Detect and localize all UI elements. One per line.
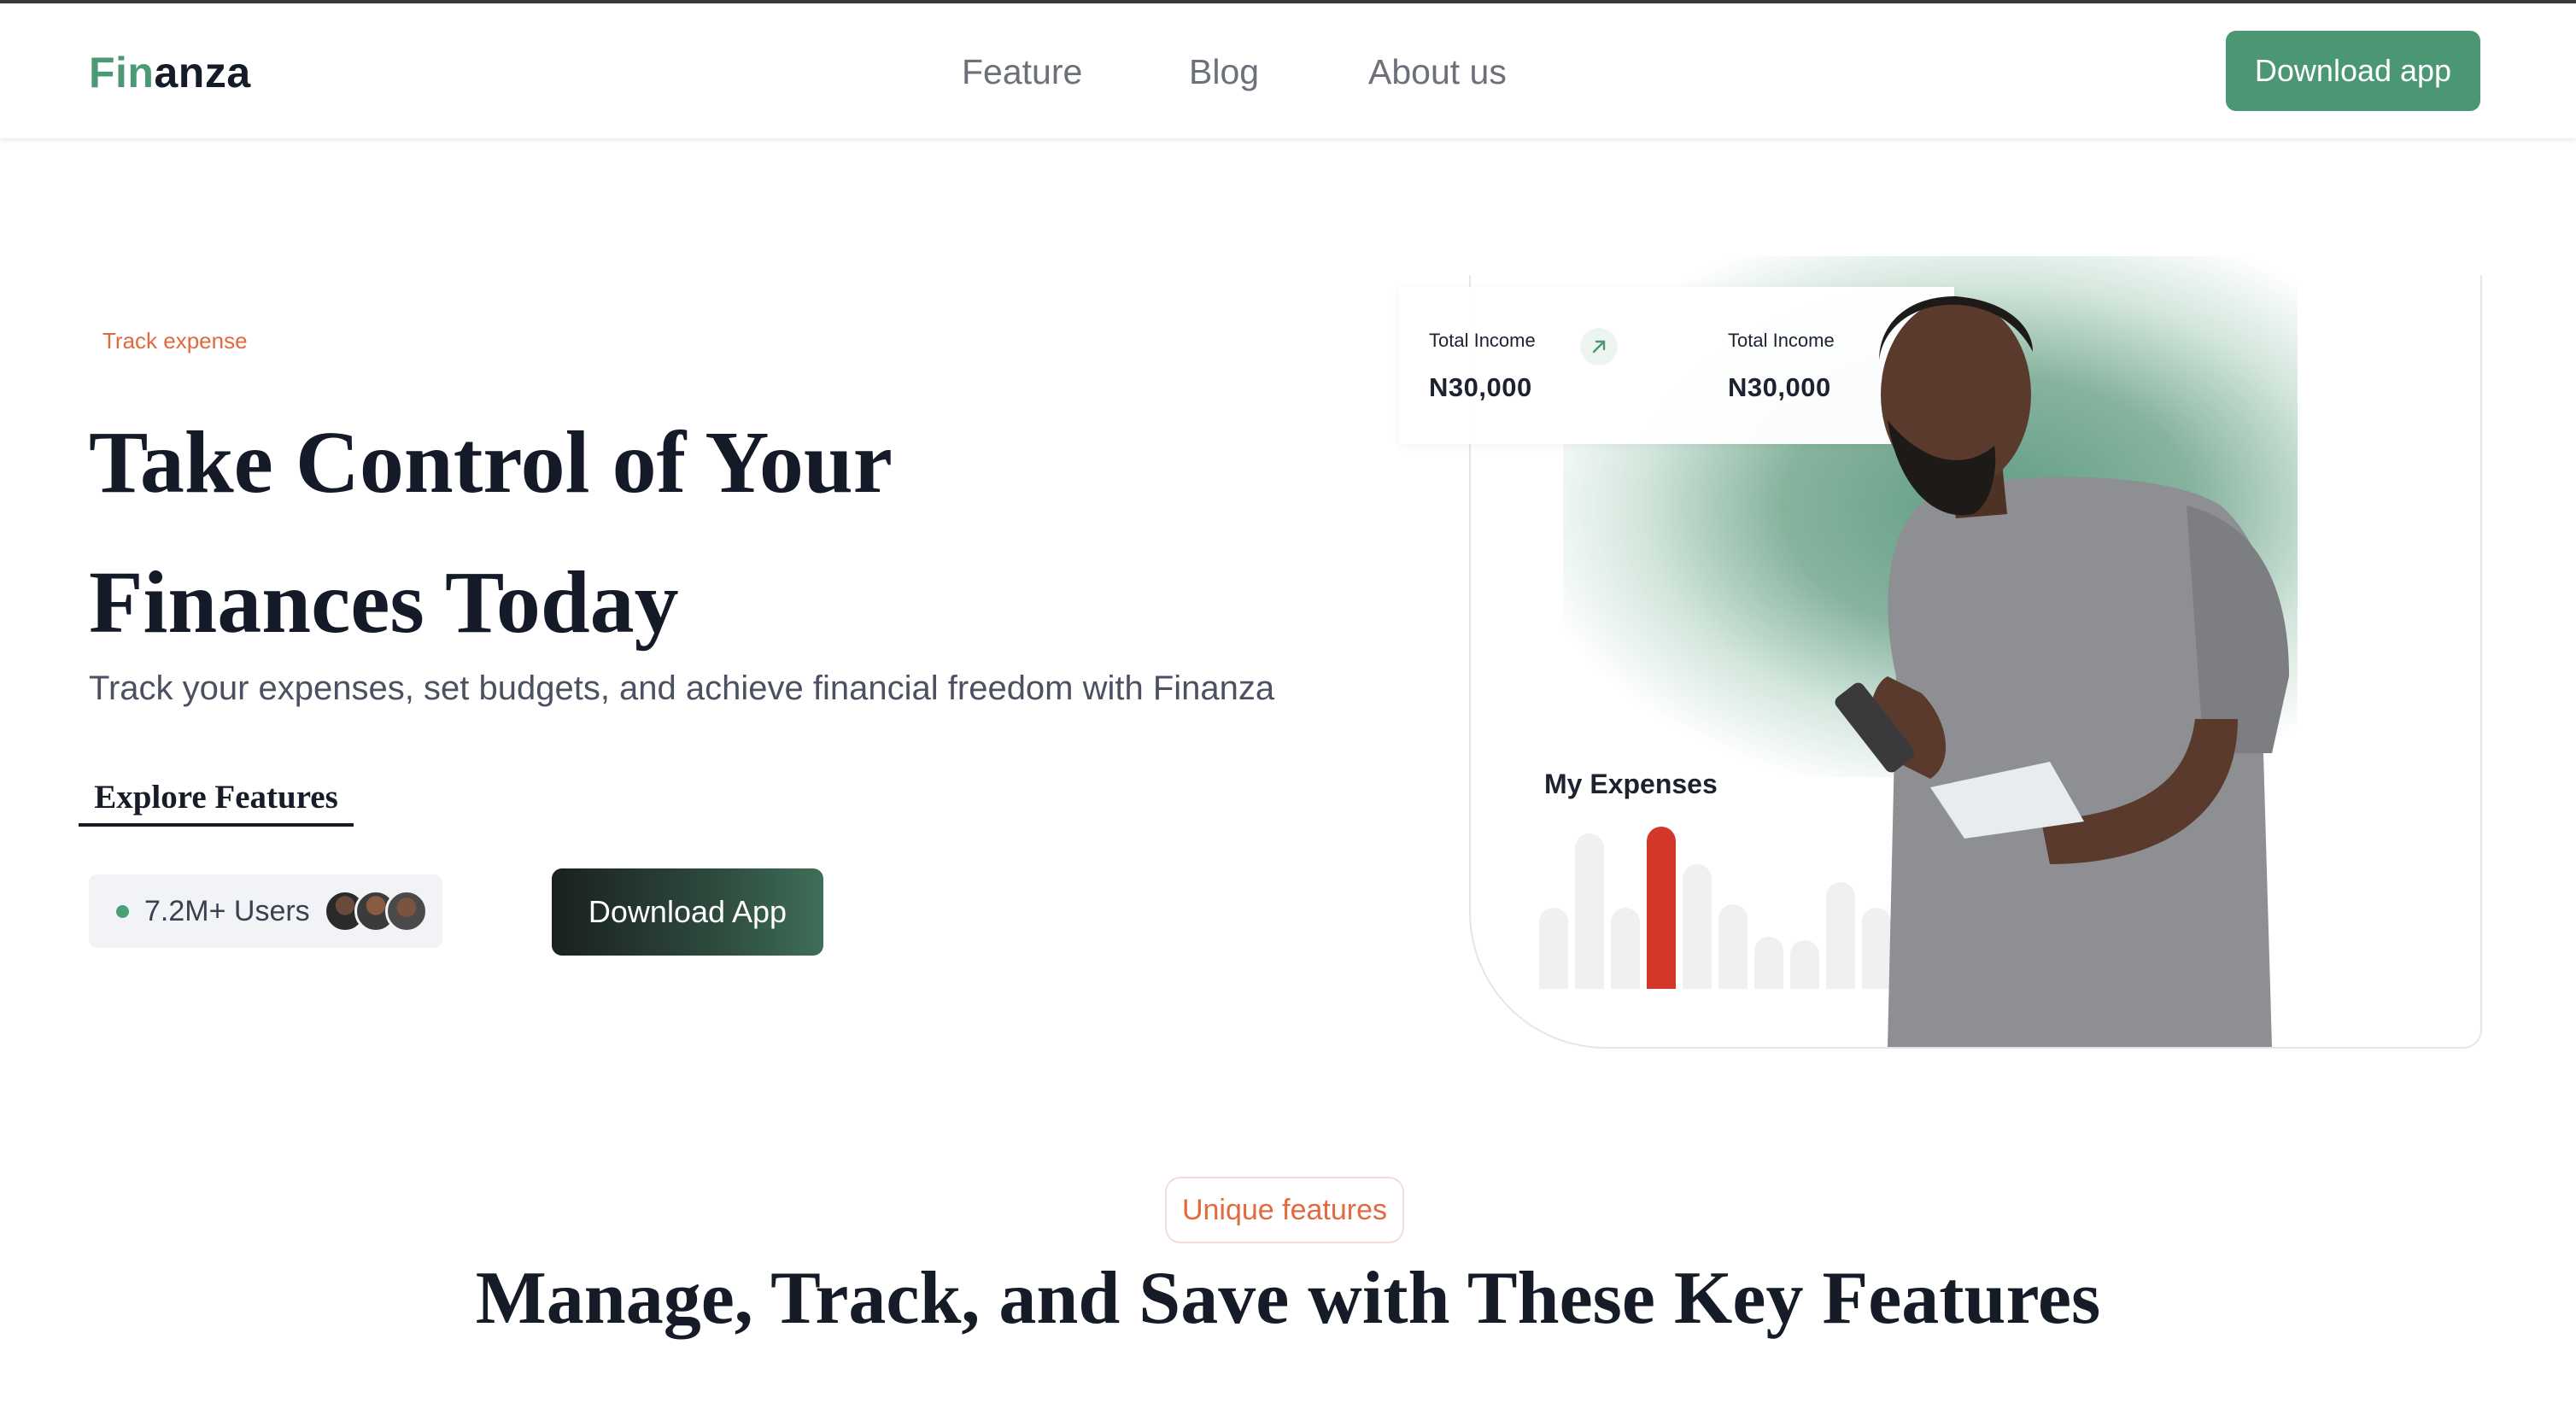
hero-subtitle: Track your expenses, set budgets, and ac… bbox=[89, 669, 1275, 707]
nav-feature[interactable]: Feature bbox=[962, 46, 1082, 97]
explore-features-link[interactable]: Explore Features bbox=[79, 775, 354, 827]
logo-part-fin: Fin bbox=[89, 49, 155, 96]
expense-bar bbox=[1539, 908, 1568, 989]
header-download-app-button[interactable]: Download app bbox=[2226, 31, 2480, 111]
avatar-group bbox=[323, 890, 428, 933]
users-count-badge: 7.2M+ Users bbox=[89, 874, 442, 948]
features-heading: Manage, Track, and Save with These Key F… bbox=[475, 1257, 2101, 1340]
nav-blog[interactable]: Blog bbox=[1189, 46, 1259, 97]
top-navbar: Finanza Feature Blog About us Download a… bbox=[0, 3, 2576, 138]
hero-title-line1: Take Control of Your bbox=[89, 413, 893, 512]
arrow-up-right-icon bbox=[1580, 328, 1618, 365]
users-count-label: 7.2M+ Users bbox=[144, 894, 310, 927]
income-label: Total Income bbox=[1429, 330, 1536, 351]
hero-tag: Track expense bbox=[102, 328, 248, 354]
unique-features-badge: Unique features bbox=[1165, 1177, 1404, 1243]
hero-download-app-button[interactable]: Download App bbox=[552, 868, 823, 956]
hero-title-line2: Finances Today bbox=[89, 553, 679, 652]
income-value: N30,000 bbox=[1429, 372, 1532, 402]
avatar bbox=[384, 890, 428, 933]
person-illustration bbox=[1835, 296, 2289, 1047]
expense-bar bbox=[1575, 833, 1604, 989]
logo-part-anza: anza bbox=[154, 49, 251, 96]
status-dot bbox=[116, 904, 129, 918]
nav-about-us[interactable]: About us bbox=[1368, 46, 1507, 97]
expense-bar-highlighted bbox=[1647, 827, 1676, 989]
brand-logo[interactable]: Finanza bbox=[89, 43, 251, 102]
expense-bar bbox=[1611, 908, 1640, 989]
hero-title: Take Control of Your Finances Today bbox=[89, 393, 1199, 673]
